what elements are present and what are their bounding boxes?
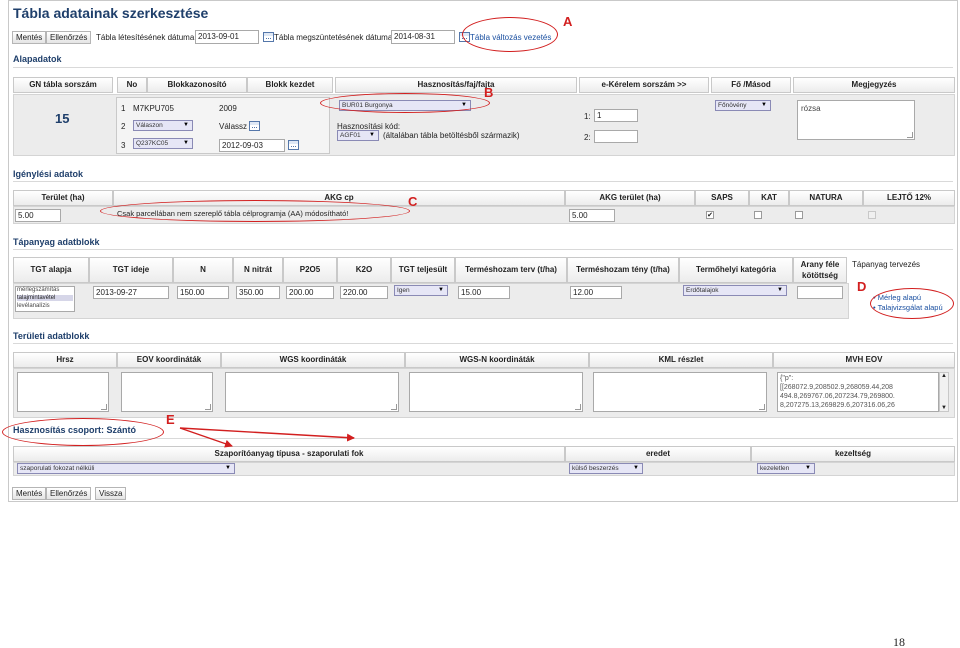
page-number: 18: [893, 635, 905, 648]
annotation-arrows: [179, 427, 355, 448]
